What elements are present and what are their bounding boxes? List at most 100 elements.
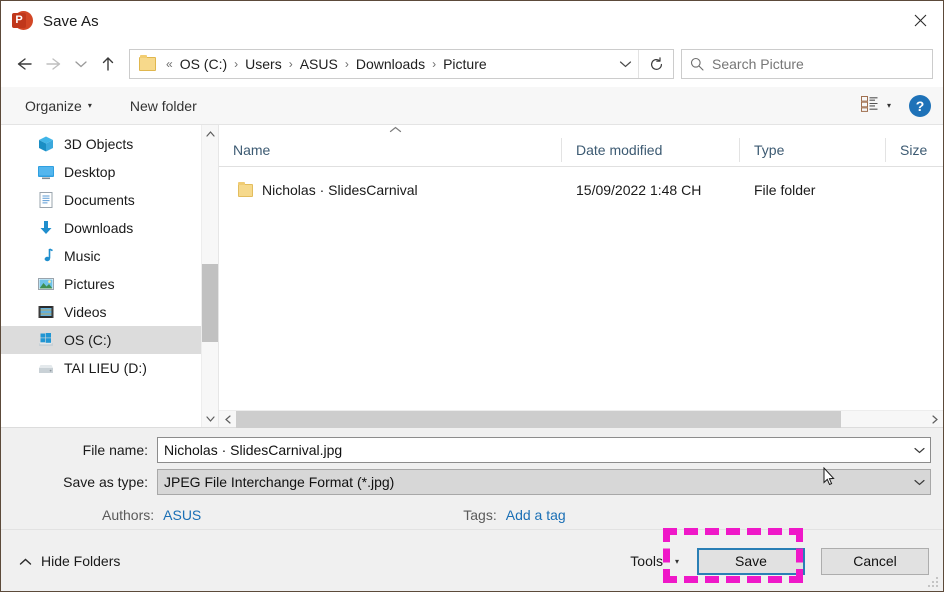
hide-folders-button[interactable]: Hide Folders [19, 553, 120, 569]
tools-button[interactable]: Tools ▾ [630, 553, 679, 569]
details-view-icon [860, 95, 878, 117]
command-bar: Organize ▾ New folder ▾ ? [1, 87, 943, 125]
sidebar-item-documents[interactable]: Documents [1, 186, 218, 214]
save-as-type-value: JPEG File Interchange Format (*.jpg) [164, 474, 395, 490]
breadcrumb-item-picture[interactable]: Picture [439, 56, 491, 72]
sidebar-item-pictures[interactable]: Pictures [1, 270, 218, 298]
scroll-right-arrow-icon[interactable] [926, 411, 943, 428]
save-as-type-row: Save as type: JPEG File Interchange Form… [1, 469, 943, 495]
help-icon[interactable]: ? [909, 95, 931, 117]
chevron-down-icon[interactable] [908, 447, 930, 454]
add-a-tag-link[interactable]: Add a tag [506, 507, 566, 523]
sidebar-item-videos[interactable]: Videos [1, 298, 218, 326]
save-button-wrapper: Save [663, 527, 805, 583]
help-label: ? [915, 98, 925, 114]
column-header-date-modified[interactable]: Date modified [562, 137, 740, 162]
organize-button[interactable]: Organize ▾ [17, 94, 100, 118]
column-header-type[interactable]: Type [740, 137, 886, 162]
sidebar-item-downloads[interactable]: Downloads [1, 214, 218, 242]
scrollbar-thumb[interactable] [201, 264, 218, 342]
cancel-label: Cancel [853, 553, 897, 569]
breadcrumb-item-downloads[interactable]: Downloads [352, 56, 429, 72]
documents-icon [37, 191, 55, 209]
column-headers: Name Date modified Type Size [219, 133, 943, 167]
file-date-cell: 15/09/2022 1:48 CH [576, 182, 702, 198]
file-name-value: Nicholas · SlidesCarnival.jpg [164, 442, 343, 458]
refresh-icon[interactable] [639, 50, 673, 78]
sidebar-item-music[interactable]: Music [1, 242, 218, 270]
breadcrumb-item-users[interactable]: Users [241, 56, 286, 72]
column-header-size[interactable]: Size [886, 138, 943, 162]
downloads-icon [37, 219, 55, 237]
powerpoint-icon-letter: P [12, 13, 26, 28]
breadcrumb-separator[interactable]: › [342, 57, 352, 71]
sidebar-item-label: Music [64, 248, 101, 264]
view-options-button[interactable]: ▾ [857, 93, 895, 120]
sidebar-item-label: TAI LIEU (D:) [64, 360, 147, 376]
scrollbar-track[interactable] [201, 142, 218, 410]
sidebar-item-label: Pictures [64, 276, 115, 292]
address-chevron-down-icon[interactable] [612, 50, 638, 78]
hide-folders-label: Hide Folders [41, 552, 121, 569]
cancel-button[interactable]: Cancel [821, 547, 929, 575]
save-form: File name: Nicholas · SlidesCarnival.jpg… [1, 428, 943, 529]
windows-drive-icon [37, 331, 55, 349]
breadcrumb-separator[interactable]: › [429, 57, 439, 71]
new-folder-button[interactable]: New folder [122, 94, 205, 118]
resize-grip[interactable] [928, 577, 939, 588]
file-name-label: Nicholas · SlidesCarnival [262, 182, 418, 198]
close-button[interactable] [897, 1, 943, 39]
column-header-name[interactable]: Name [219, 137, 562, 162]
navigation-pane: 3D Objects Desktop Documents Downloads M… [1, 125, 218, 427]
music-icon [37, 247, 55, 265]
address-bar[interactable]: « OS (C:) › Users › ASUS › Downloads › P… [129, 49, 674, 79]
table-row[interactable]: Nicholas · SlidesCarnival 15/09/2022 1:4… [219, 175, 943, 205]
sidebar-item-desktop[interactable]: Desktop [1, 158, 218, 186]
sidebar-item-label: Downloads [64, 220, 134, 236]
window-title: Save As [43, 12, 99, 30]
chevron-down-icon[interactable] [908, 479, 930, 486]
new-folder-label: New folder [129, 97, 197, 114]
sidebar-item-3d-objects[interactable]: 3D Objects [1, 130, 218, 158]
breadcrumb-item-os-c[interactable]: OS (C:) [176, 56, 231, 72]
up-arrow-icon[interactable] [93, 49, 123, 79]
scrollbar-thumb[interactable] [236, 410, 841, 428]
footer-actions: Tools ▾ Save Cancel [630, 527, 929, 592]
folder-icon [139, 55, 156, 71]
search-input[interactable]: Search Picture [712, 56, 804, 72]
file-name-input[interactable]: Nicholas · SlidesCarnival.jpg [157, 437, 931, 463]
file-name-cell: Nicholas · SlidesCarnival [219, 182, 562, 198]
scroll-down-arrow-icon[interactable] [202, 410, 219, 427]
breadcrumb-item-asus[interactable]: ASUS [296, 56, 342, 72]
sidebar-item-label: Documents [64, 192, 135, 208]
sidebar-item-label: OS (C:) [64, 332, 112, 348]
authors-label: Authors: [102, 507, 155, 523]
sidebar-scrollbar[interactable] [201, 125, 218, 427]
search-box[interactable]: Search Picture [681, 49, 933, 79]
sort-ascending-icon [389, 125, 402, 135]
command-bar-right: ▾ ? [857, 87, 931, 125]
file-list-pane: Name Date modified Type Size Nicholas · … [218, 125, 943, 486]
chevron-up-icon [19, 553, 32, 569]
videos-icon [37, 303, 55, 321]
breadcrumb-separator[interactable]: › [231, 57, 241, 71]
recent-locations-chevron-down-icon[interactable] [69, 49, 93, 79]
sidebar-item-label: Desktop [64, 164, 116, 180]
scroll-up-arrow-icon[interactable] [202, 125, 219, 142]
scroll-left-arrow-icon[interactable] [219, 411, 236, 428]
breadcrumb-overflow[interactable]: « [163, 57, 176, 71]
breadcrumb: « OS (C:) › Users › ASUS › Downloads › P… [163, 56, 612, 72]
tags-label: Tags: [463, 507, 497, 523]
scrollbar-track[interactable] [236, 410, 926, 428]
sidebar-item-os-c[interactable]: OS (C:) [1, 326, 218, 354]
breadcrumb-separator[interactable]: › [286, 57, 296, 71]
save-button[interactable]: Save [697, 547, 805, 575]
file-list-horizontal-scrollbar[interactable] [219, 410, 943, 428]
authors-value[interactable]: ASUS [163, 507, 201, 523]
save-as-type-select[interactable]: JPEG File Interchange Format (*.jpg) [157, 469, 931, 495]
3d-objects-icon [37, 135, 55, 153]
back-arrow-icon[interactable] [9, 49, 39, 79]
organize-label: Organize [25, 97, 82, 114]
navigation-bar: « OS (C:) › Users › ASUS › Downloads › P… [1, 41, 943, 87]
sidebar-item-tai-lieu-d[interactable]: TAI LIEU (D:) [1, 354, 218, 382]
